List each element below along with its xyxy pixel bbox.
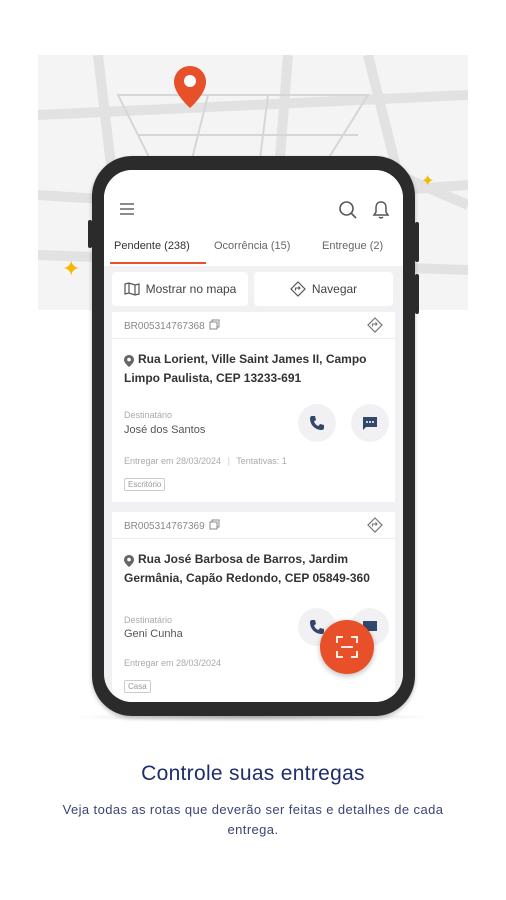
address-type-tag: Casa bbox=[124, 680, 151, 693]
phone-side-button bbox=[415, 274, 419, 314]
location-icon bbox=[124, 355, 134, 367]
delivery-date: Entregar em 28/03/2024 | Tentativas: 1 bbox=[124, 456, 287, 466]
tab-bar: Pendente (238) Ocorrência (15) Entregue … bbox=[104, 234, 403, 266]
show-map-button[interactable]: Mostrar no mapa bbox=[112, 272, 248, 306]
recipient-label: Destinatário bbox=[124, 410, 173, 420]
navigate-icon[interactable] bbox=[367, 517, 383, 533]
navigate-icon[interactable] bbox=[367, 317, 383, 333]
delivery-card[interactable]: BR005314767368 Rua Lorient, Ville Saint … bbox=[112, 312, 395, 502]
tracking-code: BR005314767368 bbox=[124, 319, 220, 332]
chat-icon bbox=[363, 417, 377, 430]
attempts: Tentativas: 1 bbox=[236, 456, 287, 466]
tab-delivered[interactable]: Entregue (2) bbox=[322, 240, 383, 252]
phone-mockup: Pendente (238) Ocorrência (15) Entregue … bbox=[88, 156, 419, 716]
phone-side-button bbox=[415, 222, 419, 262]
phone-screen: Pendente (238) Ocorrência (15) Entregue … bbox=[104, 170, 403, 702]
address-type-tag: Escritório bbox=[124, 478, 166, 491]
recipient-name: Geni Cunha bbox=[124, 628, 183, 640]
navigate-label: Navegar bbox=[311, 282, 358, 296]
promo-subtitle: Veja todas as rotas que deverão ser feit… bbox=[62, 802, 444, 837]
sparkle-icon: ✦ bbox=[62, 256, 81, 281]
menu-icon[interactable] bbox=[118, 200, 140, 222]
app-header bbox=[104, 170, 403, 234]
card-header: BR005314767368 bbox=[112, 312, 395, 339]
separator: | bbox=[227, 456, 230, 466]
scan-button[interactable] bbox=[320, 620, 374, 674]
action-bar: Mostrar no mapa Navegar bbox=[104, 266, 403, 306]
location-icon bbox=[124, 555, 134, 567]
scan-icon bbox=[336, 636, 358, 658]
message-button[interactable] bbox=[351, 404, 389, 442]
card-header: BR005314767369 bbox=[112, 512, 395, 539]
navigate-button[interactable]: Navegar bbox=[254, 272, 393, 306]
map-icon bbox=[124, 282, 140, 296]
phone-icon bbox=[310, 416, 324, 430]
sparkle-icon: ✦ bbox=[421, 173, 435, 190]
copy-icon[interactable] bbox=[209, 519, 220, 530]
location-pin-icon bbox=[172, 64, 208, 115]
promo-title: Controle suas entregas bbox=[141, 762, 365, 785]
delivery-address-cont: Germânia, Capão Redondo, CEP 05849-360 bbox=[124, 571, 370, 585]
tab-occurrence[interactable]: Ocorrência (15) bbox=[214, 240, 290, 252]
delivery-date: Entregar em 28/03/2024 bbox=[124, 658, 222, 668]
recipient-name: José dos Santos bbox=[124, 424, 206, 436]
show-map-label: Mostrar no mapa bbox=[145, 282, 237, 296]
tab-pending[interactable]: Pendente (238) bbox=[114, 240, 190, 252]
delivery-card[interactable]: BR005314767369 Rua José Barbosa de Barro… bbox=[112, 512, 395, 702]
copy-icon[interactable] bbox=[209, 319, 220, 330]
delivery-address: Rua Lorient, Ville Saint James II, Campo bbox=[138, 352, 367, 366]
search-icon[interactable] bbox=[338, 200, 360, 222]
phone-side-button bbox=[88, 220, 92, 248]
navigate-icon bbox=[289, 281, 306, 297]
bell-icon[interactable] bbox=[372, 200, 394, 222]
recipient-label: Destinatário bbox=[124, 615, 173, 625]
call-button[interactable] bbox=[298, 404, 336, 442]
delivery-address-cont: Limpo Paulista, CEP 13233-691 bbox=[124, 371, 302, 385]
delivery-address: Rua José Barbosa de Barros, Jardim bbox=[138, 552, 349, 566]
tracking-code: BR005314767369 bbox=[124, 519, 220, 532]
active-tab-indicator bbox=[110, 262, 206, 264]
